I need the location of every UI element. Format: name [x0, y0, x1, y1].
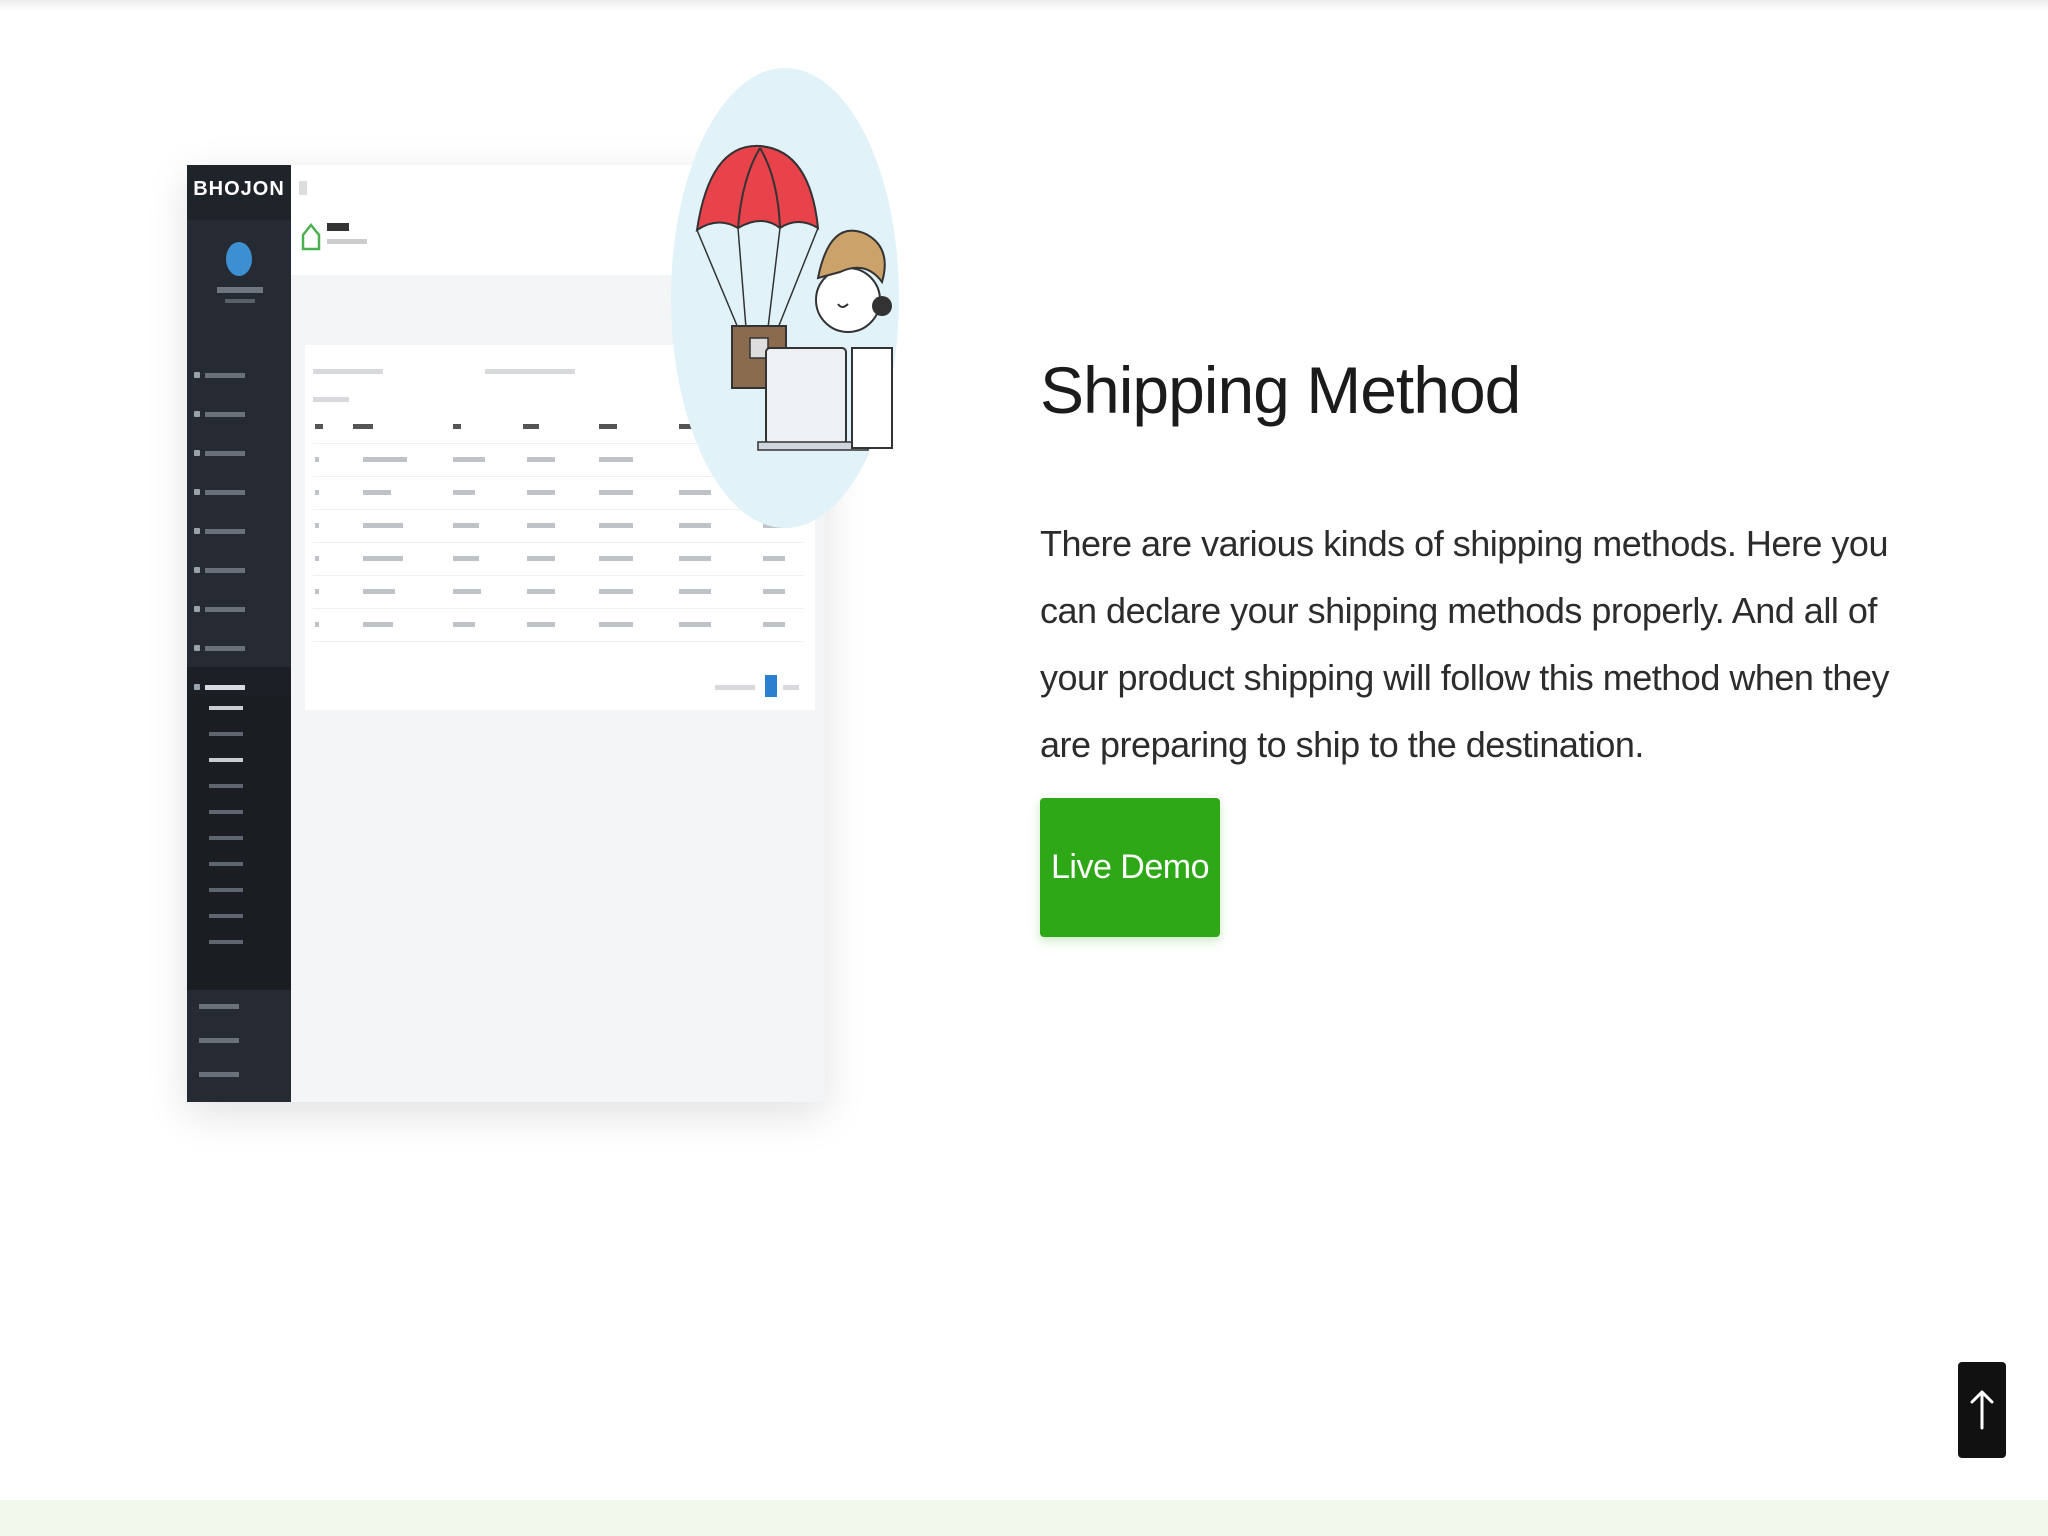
feature-description: There are various kinds of shipping meth… [1040, 523, 1889, 765]
mock-search [313, 397, 349, 402]
mock-menu-item [187, 355, 291, 394]
mock-menu-item [187, 1024, 291, 1058]
mock-menu-item [187, 394, 291, 433]
mock-pagination-prev [715, 685, 755, 690]
footer-band [0, 1500, 2048, 1536]
mock-user-status [225, 299, 255, 303]
mock-show-entries [313, 369, 383, 374]
mock-menu-item [187, 550, 291, 589]
live-demo-button[interactable]: Live Demo [1040, 798, 1220, 937]
parachute-delivery-illustration [671, 68, 899, 528]
mock-menu-item [187, 990, 291, 1024]
mock-table-row [313, 609, 803, 642]
scroll-to-top-button[interactable] [1958, 1362, 2006, 1458]
mock-home-subtitle [327, 239, 367, 244]
mock-menu [187, 355, 291, 706]
mock-menu-item [187, 472, 291, 511]
mock-submenu-item [187, 799, 291, 825]
mock-table-row [313, 576, 803, 609]
mock-submenu-item [187, 695, 291, 721]
top-shade [0, 0, 2048, 10]
mock-submenu-item [187, 877, 291, 903]
arrow-up-icon [1970, 1390, 1994, 1430]
mock-submenu-item [187, 825, 291, 851]
mock-submenu-item [187, 721, 291, 747]
mock-table-row [313, 543, 803, 576]
mock-submenu-item [187, 747, 291, 773]
mock-menu-item [187, 433, 291, 472]
mock-menu-item [187, 589, 291, 628]
mock-home-icon [301, 222, 321, 251]
mock-menu-item [187, 511, 291, 550]
mock-user-name [217, 287, 263, 293]
mock-hamburger-icon [299, 181, 307, 195]
mock-sidebar: BHOJON [187, 165, 291, 1102]
mock-submenu-item [187, 929, 291, 955]
mock-export-buttons [485, 369, 575, 374]
mock-submenu-item [187, 903, 291, 929]
mock-sidebar-bottom [187, 990, 291, 1102]
mock-submenu-item [187, 773, 291, 799]
mock-logo: BHOJON [187, 165, 291, 220]
mock-menu-item [187, 1058, 291, 1092]
mock-avatar [226, 242, 252, 276]
feature-title: Shipping Method [1040, 353, 1521, 427]
mock-submenu-item [187, 851, 291, 877]
mock-pagination-current [765, 675, 777, 697]
mock-home-title [327, 223, 349, 231]
mock-menu-item [187, 628, 291, 667]
mock-submenu [187, 695, 291, 990]
mock-pagination-next [783, 685, 799, 690]
